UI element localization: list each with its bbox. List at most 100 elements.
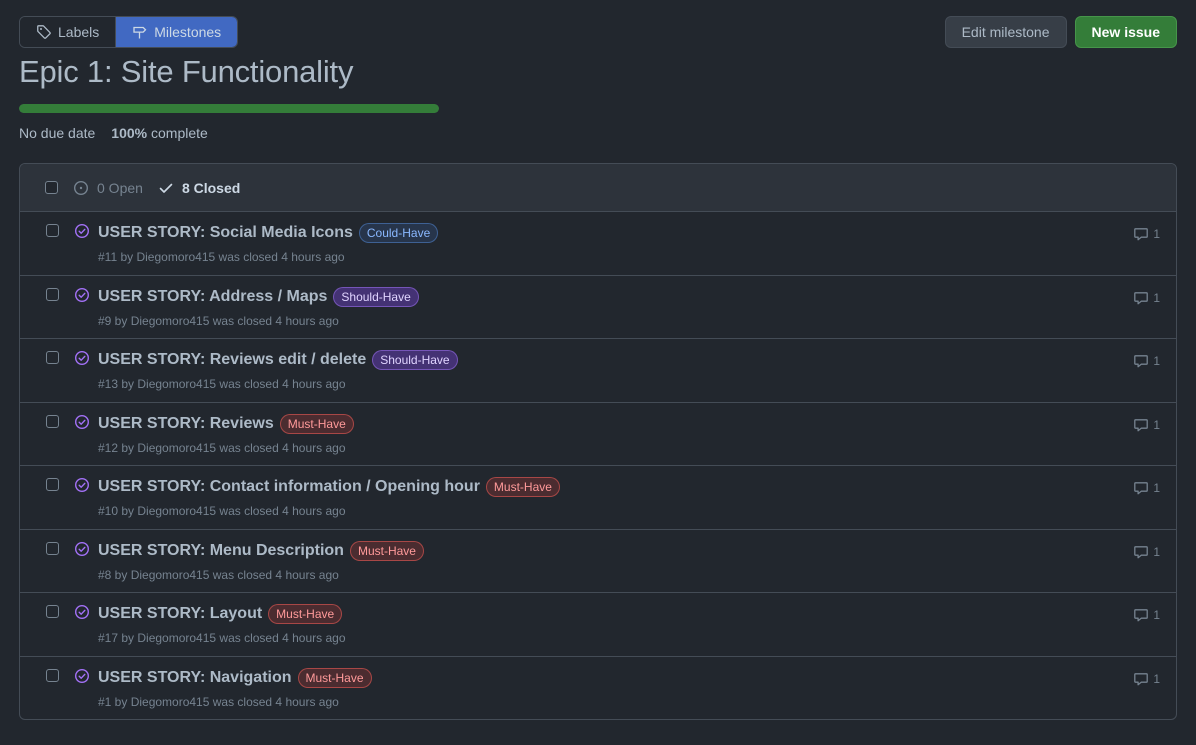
comments-link[interactable]: 1	[1133, 480, 1160, 496]
comment-icon	[1134, 482, 1149, 495]
issue-title-link[interactable]: USER STORY: Reviews	[98, 415, 274, 433]
comment-icon	[1134, 418, 1149, 431]
milestone-actions: Edit milestone New issue	[944, 16, 1177, 48]
issue-open-icon	[73, 180, 89, 195]
issue-closed-icon	[74, 541, 90, 556]
issue-meta: #10 by Diegomoro415 was closed 4 hours a…	[98, 504, 346, 518]
issue-label[interactable]: Should-Have	[372, 350, 458, 370]
comment-count: 1	[1153, 354, 1160, 368]
milestone-title: Epic 1: Site Functionality	[19, 54, 354, 89]
comment-count: 1	[1153, 544, 1160, 559]
comment-count: 1	[1153, 608, 1160, 622]
issue-title-line: USER STORY: Contact information / Openin…	[98, 477, 560, 497]
issue-title-link[interactable]: USER STORY: Social Media Icons	[98, 224, 353, 242]
comment-icon	[1134, 228, 1149, 241]
issue-closed-icon	[74, 287, 90, 302]
milestones-tab-label: Milestones	[154, 24, 222, 40]
issue-title-line: USER STORY: Reviews Must-Have	[98, 413, 354, 434]
milestones-tab[interactable]: Milestones	[115, 17, 238, 47]
issue-meta: #17 by Diegomoro415 was closed 4 hours a…	[98, 631, 346, 645]
issue-title-link[interactable]: USER STORY: Address / Maps	[98, 288, 327, 306]
issue-label[interactable]: Must-Have	[297, 667, 372, 688]
issue-title-line: USER STORY: Reviews edit / delete Should…	[98, 350, 458, 370]
comments-link[interactable]: 1	[1133, 607, 1160, 623]
closed-filter-label: 8 Closed	[181, 179, 241, 196]
new-issue-button[interactable]: New issue	[1074, 16, 1177, 48]
comment-count: 1	[1153, 481, 1160, 495]
completion-percent: 100%	[111, 125, 148, 141]
issue-list-header: 0 Open 8 Closed	[20, 164, 1176, 212]
issue-row: USER STORY: Navigation Must-Have #1 by D…	[20, 657, 1176, 720]
issue-title-link[interactable]: USER STORY: Contact information / Openin…	[98, 478, 480, 496]
issue-list: 0 Open 8 Closed USER STORY: Social Media…	[19, 163, 1177, 720]
issue-rows: USER STORY: Social Media Icons Could-Hav…	[20, 212, 1176, 720]
completion-suffix: complete	[151, 125, 208, 141]
issue-row: USER STORY: Social Media Icons Could-Hav…	[20, 212, 1176, 276]
issue-checkbox[interactable]	[46, 287, 59, 301]
issue-title-link[interactable]: USER STORY: Menu Description	[98, 542, 344, 560]
issue-title-link[interactable]: USER STORY: Reviews edit / delete	[98, 351, 366, 369]
issue-label[interactable]: Could-Have	[358, 223, 439, 243]
issue-closed-icon	[74, 668, 90, 683]
issue-closed-icon	[74, 477, 90, 493]
closed-filter[interactable]: 8 Closed	[158, 180, 240, 196]
comments-link[interactable]: 1	[1133, 417, 1160, 433]
comments-link[interactable]: 1	[1133, 353, 1160, 369]
issue-title-link[interactable]: USER STORY: Layout	[98, 605, 262, 623]
issue-checkbox[interactable]	[46, 414, 59, 428]
edit-milestone-button[interactable]: Edit milestone	[944, 16, 1067, 48]
issue-checkbox[interactable]	[46, 605, 59, 618]
issue-title-link[interactable]: USER STORY: Navigation	[98, 669, 292, 687]
comment-count: 1	[1153, 290, 1160, 305]
issue-meta: #1 by Diegomoro415 was closed 4 hours ag…	[98, 694, 339, 709]
issue-checkbox[interactable]	[46, 478, 59, 491]
issue-row: USER STORY: Reviews edit / delete Should…	[20, 339, 1176, 403]
issue-row: USER STORY: Reviews Must-Have #12 by Die…	[20, 403, 1176, 466]
comment-icon	[1134, 545, 1149, 558]
issue-meta: #13 by Diegomoro415 was closed 4 hours a…	[98, 377, 346, 391]
labels-tab-label: Labels	[58, 24, 100, 40]
select-all-checkbox[interactable]	[45, 181, 58, 194]
top-toolbar: Labels Milestones Edit milestone New iss…	[19, 16, 1177, 48]
issue-meta: #11 by Diegomoro415 was closed 4 hours a…	[98, 250, 345, 264]
issue-checkbox[interactable]	[46, 351, 59, 364]
comment-icon	[1134, 609, 1149, 622]
comments-link[interactable]: 1	[1133, 671, 1160, 687]
due-date: No due date	[19, 125, 96, 141]
issue-closed-icon	[74, 414, 90, 429]
issue-meta: #8 by Diegomoro415 was closed 4 hours ag…	[98, 567, 339, 582]
issue-title-line: USER STORY: Navigation Must-Have	[98, 667, 372, 688]
issue-checkbox[interactable]	[46, 668, 59, 682]
comment-icon	[1134, 355, 1149, 368]
open-filter-label: 0 Open	[97, 179, 143, 196]
issue-label[interactable]: Must-Have	[349, 540, 424, 561]
issue-title-line: USER STORY: Layout Must-Have	[98, 604, 343, 624]
issue-title-line: USER STORY: Address / Maps Should-Have	[98, 286, 419, 307]
labels-milestones-switch: Labels Milestones	[19, 16, 239, 48]
comments-link[interactable]: 1	[1133, 290, 1160, 306]
issue-label[interactable]: Must-Have	[268, 604, 343, 624]
issue-label[interactable]: Must-Have	[279, 413, 354, 434]
issue-checkbox[interactable]	[46, 224, 59, 237]
milestone-progress-bar	[19, 104, 439, 113]
tag-icon	[37, 25, 51, 39]
issue-title-line: USER STORY: Menu Description Must-Have	[98, 540, 424, 561]
comment-icon	[1134, 291, 1149, 304]
comments-link[interactable]: 1	[1133, 544, 1160, 560]
issue-label[interactable]: Must-Have	[485, 477, 560, 497]
completion: 100% complete	[111, 125, 208, 141]
comment-icon	[1134, 672, 1149, 685]
comment-count: 1	[1153, 417, 1160, 432]
milestone-icon	[133, 26, 147, 39]
issue-row: USER STORY: Address / Maps Should-Have #…	[20, 276, 1176, 339]
labels-tab[interactable]: Labels	[20, 17, 116, 47]
issue-closed-icon	[74, 604, 90, 620]
comment-count: 1	[1153, 671, 1160, 686]
comment-count: 1	[1153, 227, 1160, 241]
issue-label[interactable]: Should-Have	[333, 286, 419, 307]
open-filter[interactable]: 0 Open	[73, 180, 143, 196]
issue-meta: #12 by Diegomoro415 was closed 4 hours a…	[98, 440, 346, 455]
issue-row: USER STORY: Contact information / Openin…	[20, 466, 1176, 530]
issue-checkbox[interactable]	[46, 541, 59, 555]
comments-link[interactable]: 1	[1133, 226, 1160, 242]
